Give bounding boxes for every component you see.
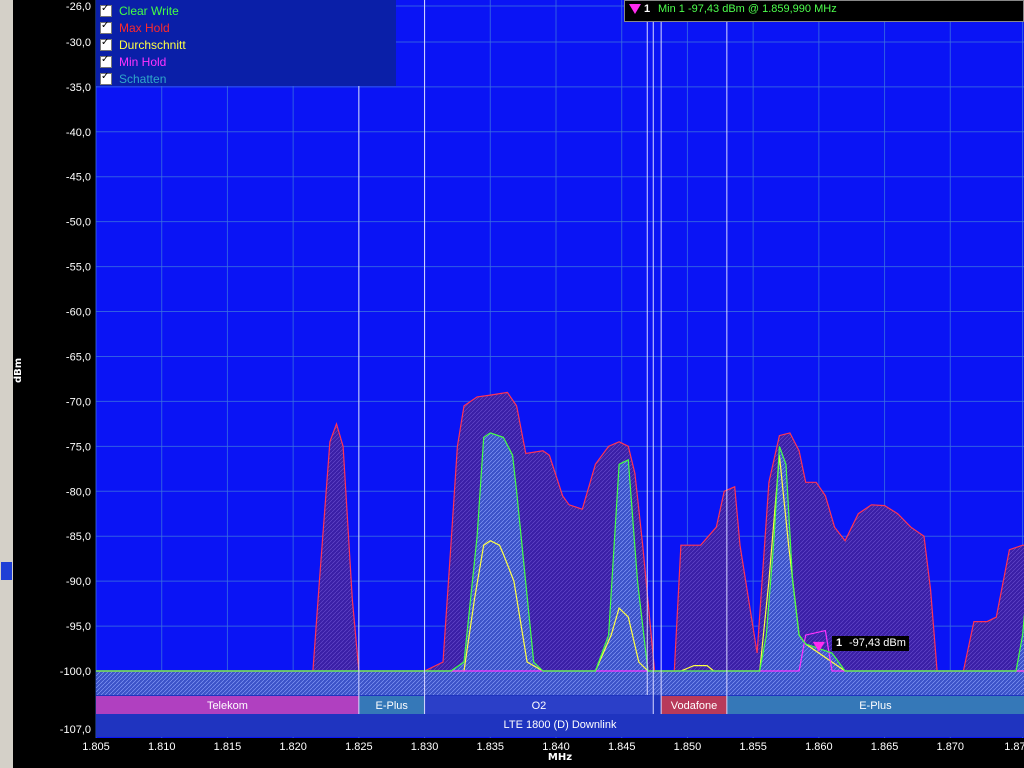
- x-tick-label: 1.860: [805, 741, 833, 753]
- legend: Clear Write Max Hold Durchschnitt Min Ho…: [96, 0, 396, 86]
- legend-item-max-hold[interactable]: Max Hold: [100, 19, 170, 36]
- y-tick-label: -30,0: [66, 37, 91, 49]
- checkbox-icon[interactable]: [100, 20, 112, 34]
- spectrum-chart[interactable]: -26,0 -30,0 -35,0 -40,0 -45,0 -50,0 -55,0 -60,0…: [0, 0, 1024, 768]
- y-tick-label: -26,0: [66, 1, 91, 13]
- y-tick-label: -100,0: [60, 666, 91, 678]
- legend-item-clear-write[interactable]: Clear Write: [100, 2, 179, 19]
- marker-number: 1: [644, 3, 651, 15]
- y-tick-label: -40,0: [66, 127, 91, 139]
- band-label: Telekom: [207, 700, 248, 712]
- x-tick-label: 1.830: [411, 741, 439, 753]
- band-label: Vodafone: [671, 700, 718, 712]
- y-tick-label: -90,0: [66, 576, 91, 588]
- legend-label: Durchschnitt: [119, 37, 186, 52]
- legend-item-durchschnitt[interactable]: Durchschnitt: [100, 36, 186, 53]
- y-tick-label: -60,0: [66, 307, 91, 319]
- checkbox-icon[interactable]: [100, 37, 112, 51]
- marker-triangle-icon: [629, 4, 641, 14]
- x-tick-label: 1.835: [477, 741, 505, 753]
- legend-label: Clear Write: [119, 3, 179, 18]
- legend-item-min-hold[interactable]: Min Hold: [100, 53, 166, 70]
- x-tick-label: 1.825: [345, 741, 373, 753]
- x-tick-label: 1.850: [674, 741, 702, 753]
- band-bar: Telekom E-Plus O2 Vodafone E-Plus LTE 1800 (D…: [96, 695, 1024, 737]
- band-label: O2: [532, 700, 547, 712]
- x-tick-label: 1.810: [148, 741, 176, 753]
- x-tick-label: 1.870: [937, 741, 965, 753]
- checkbox-icon[interactable]: [100, 54, 112, 68]
- legend-label: Min Hold: [119, 54, 167, 69]
- marker-readout-text: Min 1 -97,43 dBm @ 1.859,990 MHz: [658, 3, 837, 15]
- x-tick-label: 1.820: [279, 741, 307, 753]
- band-label: E-Plus: [859, 700, 892, 712]
- y-tick-label: -80,0: [66, 486, 91, 498]
- x-tick-label: 1.805: [82, 741, 110, 753]
- y-tick-label: -75,0: [66, 441, 91, 453]
- x-tick-labels: 1.805 1.810 1.815 1.820 1.825 1.830 1.835 1.840…: [82, 741, 1024, 753]
- y-tick-label: -85,0: [66, 531, 91, 543]
- x-tick-label: 1.865: [871, 741, 899, 753]
- band-label: E-Plus: [376, 700, 409, 712]
- marker-number-badge: 1: [832, 636, 846, 651]
- y-tick-label: -107,0: [60, 724, 91, 736]
- legend-label: Schatten: [119, 71, 167, 86]
- y-tick-label: -45,0: [66, 172, 91, 184]
- marker-readout-panel: 1 Min 1 -97,43 dBm @ 1.859,990 MHz: [624, 0, 1024, 22]
- x-tick-label: 1.875,5: [1004, 741, 1024, 753]
- y-tick-label: -55,0: [66, 262, 91, 274]
- floor-hatch: [96, 671, 1024, 695]
- y-tick-labels: -26,0 -30,0 -35,0 -40,0 -45,0 -50,0 -55,0 -60,0…: [60, 1, 91, 736]
- band-row2-label: LTE 1800 (D) Downlink: [504, 719, 617, 731]
- x-tick-label: 1.815: [214, 741, 242, 753]
- y-tick-label: -35,0: [66, 82, 91, 94]
- y-tick-label: -95,0: [66, 621, 91, 633]
- x-tick-label: 1.840: [542, 741, 570, 753]
- y-tick-label: -50,0: [66, 217, 91, 229]
- checkbox-icon[interactable]: [100, 71, 112, 85]
- x-tick-label: 1.855: [739, 741, 767, 753]
- checkbox-icon[interactable]: [100, 3, 112, 17]
- y-tick-label: -65,0: [66, 351, 91, 363]
- legend-label: Max Hold: [119, 20, 170, 35]
- marker-value-label: -97,43 dBm: [846, 636, 909, 651]
- legend-item-schatten[interactable]: Schatten: [100, 70, 166, 87]
- y-tick-label: -70,0: [66, 396, 91, 408]
- x-tick-label: 1.845: [608, 741, 636, 753]
